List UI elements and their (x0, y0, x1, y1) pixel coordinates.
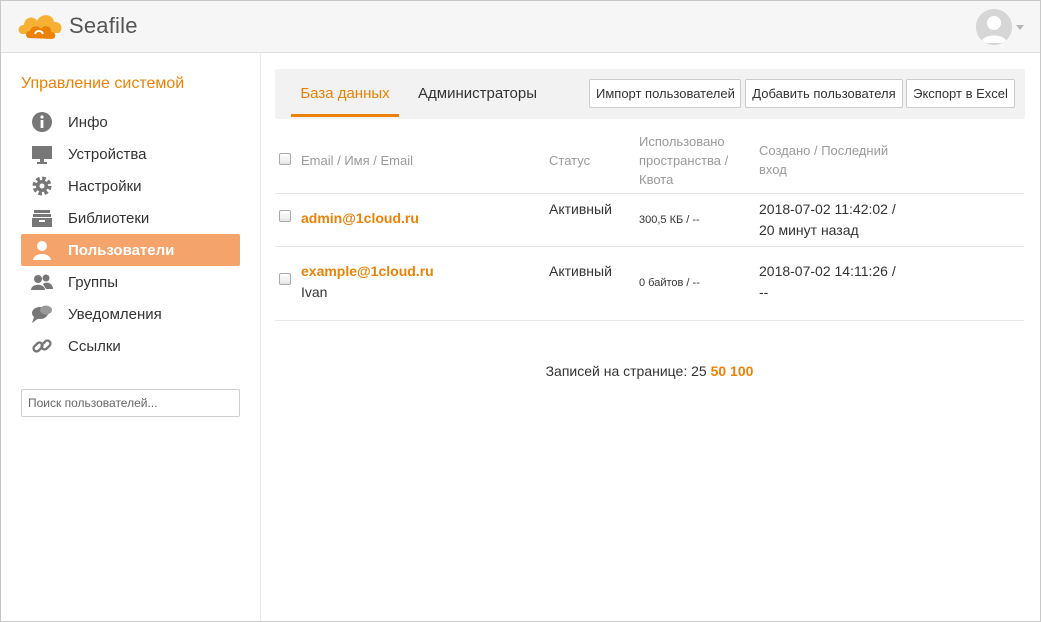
user-space: 300,5 КБ / -- (639, 213, 700, 226)
tab-database[interactable]: База данных (291, 69, 399, 117)
user-status[interactable]: Активный (549, 246, 639, 320)
sidebar-item-groups[interactable]: Группы (21, 266, 240, 298)
gear-icon (31, 175, 53, 197)
table-row[interactable]: admin@1cloud.ru Активный 300,5 КБ / -- 2… (275, 193, 1024, 246)
user-last-login: 20 минут назад (759, 221, 859, 238)
user-search-input[interactable] (21, 389, 240, 417)
pager-option-50[interactable]: 50 (711, 363, 727, 379)
col-space-line3: Квота (639, 171, 674, 187)
col-status: Статус (549, 152, 591, 168)
select-all-checkbox[interactable] (279, 152, 291, 165)
user-email-link[interactable]: example@1cloud.ru (301, 263, 434, 279)
user-created: 2018-07-02 11:42:02 / (759, 200, 896, 217)
sidebar: Управление системой Инфо Устройства Наст… (1, 54, 261, 621)
logo-text: Seafile (69, 13, 138, 38)
archive-icon (31, 207, 53, 229)
users-table: Email / Имя / Email Статус Использовано … (275, 128, 1024, 321)
sidebar-item-info[interactable]: Инфо (21, 106, 240, 138)
sidebar-item-settings[interactable]: Настройки (21, 170, 240, 202)
tab-bar: База данных Администраторы Импорт пользо… (275, 69, 1025, 119)
user-icon (31, 239, 53, 261)
sidebar-item-label: Группы (68, 273, 118, 291)
sidebar-item-label: Пользователи (68, 241, 175, 259)
chevron-down-icon[interactable] (1016, 25, 1024, 30)
user-name: Ivan (301, 283, 328, 300)
export-excel-button[interactable]: Экспорт в Excel (906, 79, 1015, 108)
monitor-icon (31, 143, 53, 165)
sidebar-item-label: Настройки (68, 177, 142, 195)
row-checkbox[interactable] (279, 209, 291, 222)
sidebar-item-label: Ссылки (68, 337, 121, 355)
sidebar-item-label: Устройства (68, 145, 147, 163)
col-email[interactable]: Email / Имя / Email (301, 128, 549, 193)
sidebar-item-devices[interactable]: Устройства (21, 138, 240, 170)
main-content: База данных Администраторы Импорт пользо… (275, 69, 1025, 379)
pager-current: 25 (691, 363, 707, 379)
user-space: 0 байтов / -- (639, 276, 700, 289)
col-created-line1: Создано / Последний (759, 143, 889, 159)
seafile-logo-icon (18, 15, 62, 39)
table-header-row: Email / Имя / Email Статус Использовано … (275, 128, 1024, 193)
group-icon (31, 271, 53, 293)
sidebar-nav: Инфо Устройства Настройки Библиотеки Пол… (21, 106, 240, 362)
col-created-line2: вход (759, 162, 787, 178)
info-icon (31, 111, 53, 133)
avatar-icon (976, 9, 1012, 45)
chat-icon (31, 303, 53, 325)
link-icon (31, 335, 53, 357)
tab-admins[interactable]: Администраторы (418, 69, 537, 117)
col-space: Использовано пространства / Квота (639, 128, 759, 193)
import-users-button[interactable]: Импорт пользователей (589, 79, 741, 108)
per-page-pager: Записей на странице: 25 50 100 (275, 363, 1024, 379)
sidebar-item-links[interactable]: Ссылки (21, 330, 240, 362)
sidebar-heading: Управление системой (21, 75, 185, 92)
user-avatar[interactable] (976, 9, 1012, 45)
row-checkbox[interactable] (279, 272, 291, 285)
sidebar-item-label: Библиотеки (68, 209, 150, 227)
user-status[interactable]: Активный (549, 193, 639, 246)
col-space-line2: пространства / (639, 152, 729, 168)
user-email-link[interactable]: admin@1cloud.ru (301, 210, 419, 226)
add-user-button[interactable]: Добавить пользователя (745, 79, 903, 108)
seafile-logo[interactable]: Seafile (17, 8, 138, 44)
pager-label: Записей на странице: (545, 363, 688, 379)
user-last-login: -- (759, 283, 769, 300)
sidebar-item-libraries[interactable]: Библиотеки (21, 202, 240, 234)
top-header: Seafile (1, 1, 1040, 53)
sidebar-item-label: Инфо (68, 113, 108, 131)
user-created: 2018-07-02 14:11:26 / (759, 262, 896, 279)
sidebar-item-notifications[interactable]: Уведомления (21, 298, 240, 330)
pager-option-100[interactable]: 100 (730, 363, 753, 379)
col-created: Создано / Последний вход (759, 128, 1024, 193)
sidebar-item-label: Уведомления (68, 305, 162, 323)
table-row[interactable]: example@1cloud.ru Ivan Активный 0 байтов… (275, 246, 1024, 320)
col-space-line1: Использовано (639, 133, 725, 149)
sidebar-item-users[interactable]: Пользователи (21, 234, 240, 266)
